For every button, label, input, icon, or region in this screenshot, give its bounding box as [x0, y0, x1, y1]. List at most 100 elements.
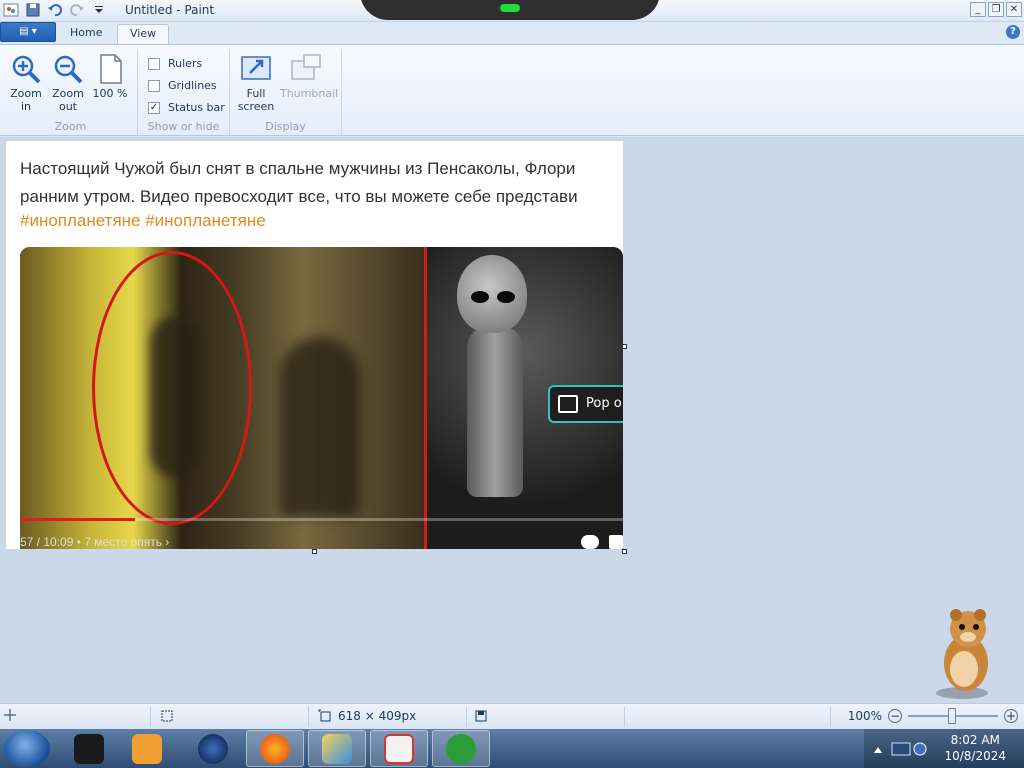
post-hashtags: #инопланетяне #инопланетяне — [20, 211, 266, 230]
display-group-label: Display — [265, 120, 306, 133]
tab-home[interactable]: Home — [58, 24, 114, 44]
drawing-canvas[interactable]: Настоящий Чужой был снят в спальне мужчи… — [6, 141, 623, 549]
autoplay-toggle-icon — [581, 535, 599, 549]
zoom-group: Zoom in Zoom out 100 % Zoom — [4, 49, 138, 135]
thumbnail-icon — [291, 54, 321, 80]
zoom-out-button[interactable]: Zoom out — [48, 53, 88, 113]
status-separator — [466, 707, 467, 727]
titlebar-ornament — [360, 0, 660, 20]
resize-handle-right[interactable] — [622, 344, 627, 349]
zoom-group-label: Zoom — [54, 120, 87, 133]
snipping-tool-icon — [384, 733, 414, 764]
zoom-in-label: Zoom in — [10, 87, 42, 113]
window-title: Untitled - Paint — [125, 3, 215, 17]
zoom-out-icon — [54, 55, 83, 84]
status-bar-checkbox[interactable]: ✓ Status bar — [148, 101, 225, 114]
video-time: 57 / 10:09 • 7 место опять › — [20, 535, 170, 549]
selection-icon — [161, 710, 173, 722]
zoom-out-small-button[interactable]: − — [888, 709, 902, 723]
page-icon — [100, 54, 122, 84]
taskbar-app-globe[interactable] — [184, 730, 242, 767]
clock-time: 8:02 AM — [950, 733, 1000, 747]
tray-icons[interactable] — [870, 739, 930, 759]
maximize-button[interactable]: ❐ — [988, 2, 1004, 17]
canvas-workspace[interactable]: Настоящий Чужой был снят в спальне мужчи… — [0, 137, 1024, 703]
status-separator — [150, 707, 151, 727]
gridlines-check-box[interactable] — [148, 79, 160, 92]
taskbar-app-media[interactable] — [118, 730, 176, 767]
globe-icon — [198, 733, 228, 764]
alien-head — [457, 255, 527, 333]
taskbar-app-utorrent[interactable] — [432, 730, 490, 767]
full-screen-label: Full screen — [237, 87, 275, 113]
window-controls: _ ❐ ✕ — [970, 2, 1022, 17]
indicator-dot — [500, 4, 520, 12]
thumbnail-button[interactable]: Thumbnail — [280, 53, 338, 100]
taskbar-app-firefox[interactable] — [246, 730, 304, 767]
status-bar-label: Status bar — [168, 101, 225, 114]
resize-handle-corner[interactable] — [622, 549, 627, 554]
clock-date: 10/8/2024 — [944, 749, 1006, 763]
video-progress-played — [20, 518, 135, 521]
app-menu-button[interactable]: ▤ ▾ — [0, 22, 56, 42]
zoom-in-small-button[interactable]: + — [1004, 709, 1018, 723]
popout-button: Pop o — [548, 385, 623, 423]
media-player-icon — [132, 733, 162, 764]
redo-icon[interactable] — [68, 2, 86, 18]
blurred-figure — [280, 337, 360, 517]
taskbar-app-snipping[interactable] — [370, 730, 428, 767]
taskbar-app-paint[interactable] — [308, 730, 366, 767]
captions-icon — [609, 535, 623, 549]
zoom-slider-thumb[interactable] — [948, 708, 956, 724]
gridlines-label: Gridlines — [168, 79, 217, 92]
status-bar: 618 × 409px 100% − + — [0, 703, 1024, 729]
hamster-desktop-pet[interactable] — [928, 605, 998, 700]
zoom-out-label: Zoom out — [52, 87, 84, 113]
status-separator — [830, 707, 831, 727]
selection-size — [160, 709, 174, 723]
save-icon[interactable] — [24, 2, 42, 18]
rulers-checkbox[interactable]: Rulers — [148, 57, 202, 70]
taskbar-app-terminal[interactable] — [60, 730, 118, 767]
utorrent-icon — [446, 733, 476, 764]
popout-label: Pop o — [586, 396, 622, 411]
clock[interactable]: 8:02 AM 10/8/2024 — [944, 732, 1006, 764]
video-controls — [581, 535, 623, 549]
full-screen-icon — [241, 56, 271, 80]
system-tray: 8:02 AM 10/8/2024 — [864, 729, 1024, 768]
start-button[interactable] — [4, 730, 50, 767]
video-progress-bar — [20, 518, 623, 521]
red-highlight-ellipse — [92, 251, 252, 525]
close-button[interactable]: ✕ — [1006, 2, 1022, 17]
help-icon[interactable]: ? — [1006, 25, 1020, 39]
zoom-in-icon — [12, 55, 41, 84]
zoom-100-button[interactable]: 100 % — [90, 53, 130, 100]
image-size-icon — [318, 709, 331, 722]
paint-app-icon[interactable] — [2, 2, 20, 18]
show-hide-group: Rulers Gridlines ✓ Status bar Show or hi… — [138, 49, 230, 135]
resize-handle-bottom[interactable] — [312, 549, 317, 554]
undo-icon[interactable] — [46, 2, 64, 18]
status-bar-check-box[interactable]: ✓ — [148, 101, 160, 114]
quick-access-toolbar — [2, 2, 108, 18]
zoom-slider[interactable] — [908, 708, 998, 724]
file-size — [474, 709, 488, 723]
move-cursor-icon — [4, 709, 16, 721]
full-screen-button[interactable]: Full screen — [236, 53, 276, 113]
terminal-icon — [74, 733, 104, 764]
status-separator — [624, 707, 625, 727]
display-group: Full screen Thumbnail Display — [230, 49, 342, 135]
post-line-1: Настоящий Чужой был снят в спальне мужчи… — [20, 159, 576, 178]
video-frame: Pop o 57 / 10:09 • 7 место опять › — [20, 247, 623, 549]
popout-icon — [558, 395, 578, 413]
title-bar: Untitled - Paint _ ❐ ✕ — [0, 0, 1024, 22]
minimize-button[interactable]: _ — [970, 2, 986, 17]
tab-view[interactable]: View — [117, 24, 170, 44]
gridlines-checkbox[interactable]: Gridlines — [148, 79, 217, 92]
rulers-check-box[interactable] — [148, 57, 160, 70]
cursor-position — [4, 709, 16, 721]
zoom-control: 100% − + — [848, 708, 1018, 724]
zoom-in-button[interactable]: Zoom in — [6, 53, 46, 113]
post-line-2: ранним утром. Видео превосходит все, что… — [20, 187, 578, 206]
customize-qat-icon[interactable] — [90, 2, 108, 18]
